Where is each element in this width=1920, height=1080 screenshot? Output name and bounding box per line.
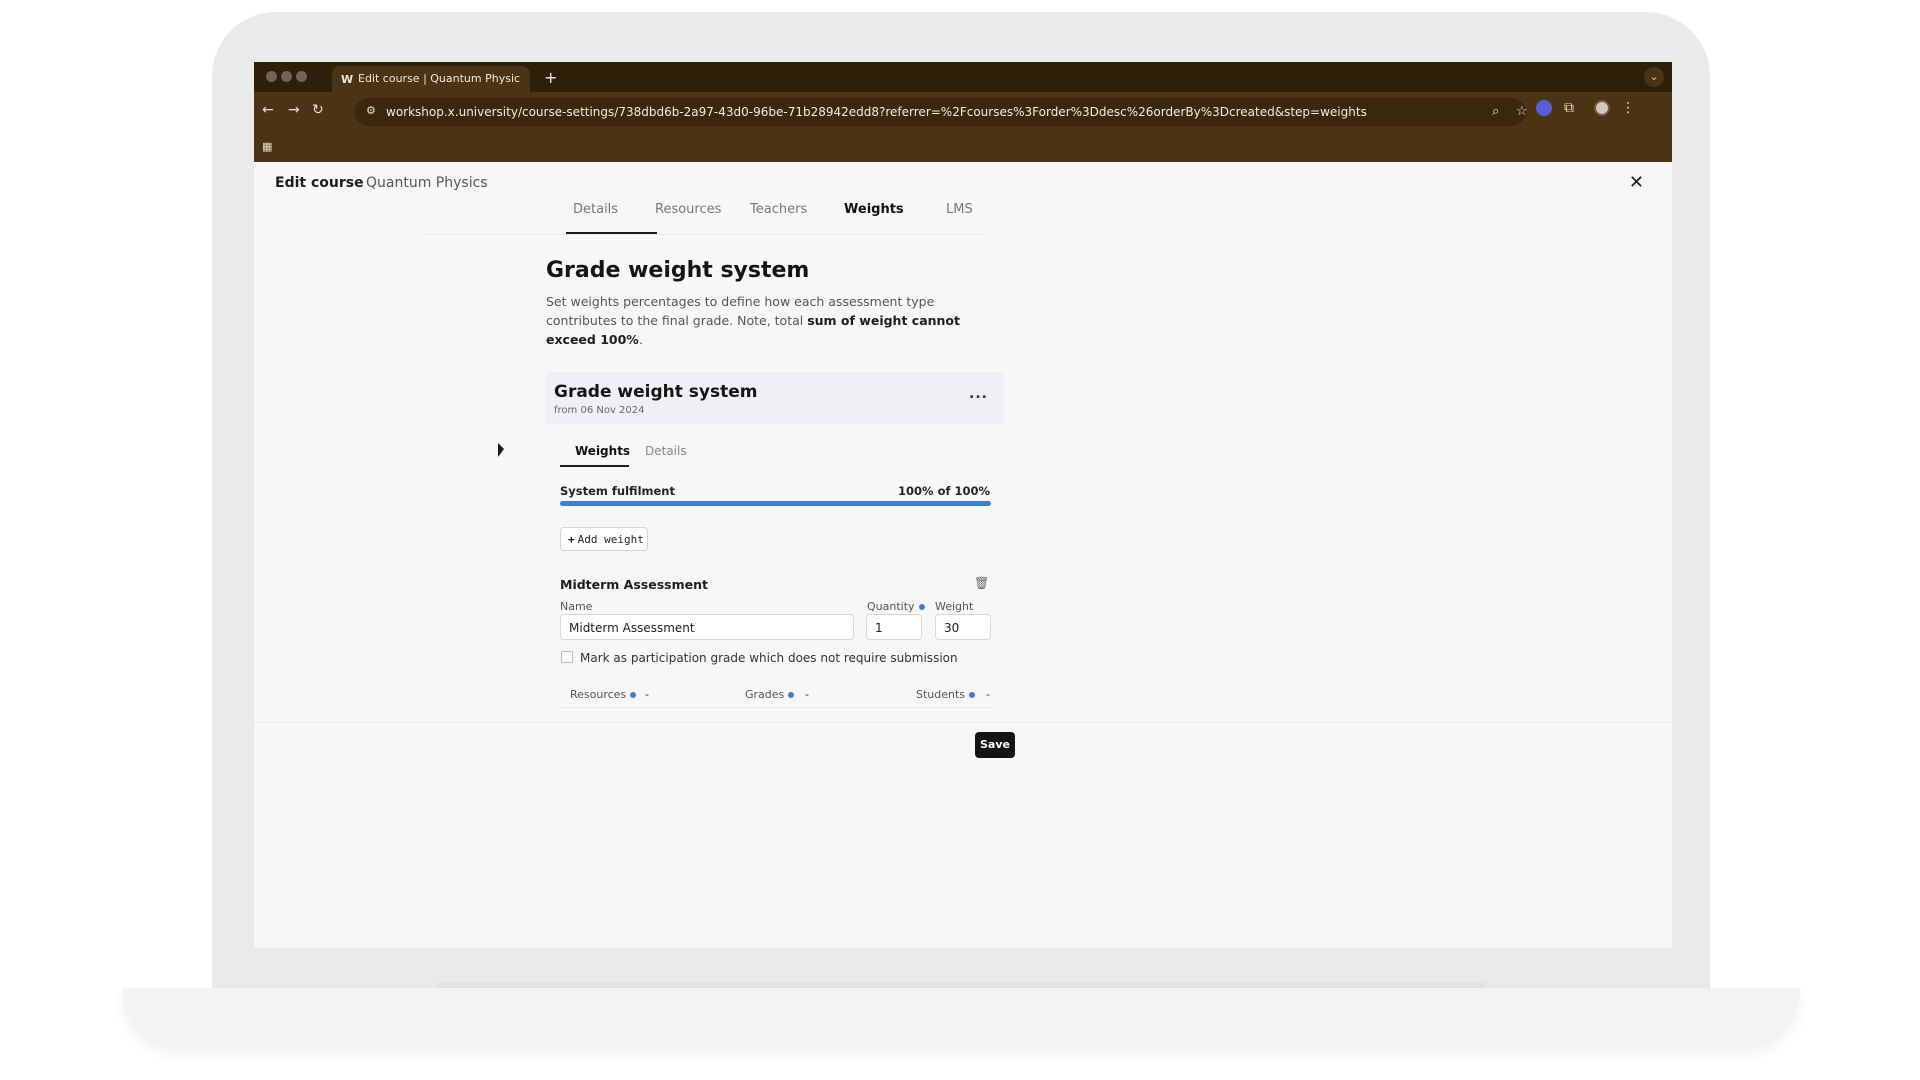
quantity-label-wrap: Quantity — [867, 600, 925, 613]
info-icon[interactable] — [918, 604, 925, 610]
subtab-weights[interactable]: Weights — [575, 444, 630, 458]
active-tab-indicator — [566, 232, 657, 234]
new-tab-icon[interactable]: + — [544, 68, 557, 87]
browser-tab-title: Edit course | Quantum Physic — [358, 72, 521, 85]
quantity-label: Quantity — [867, 600, 915, 613]
browser-chrome: W Edit course | Quantum Physic ✕ + ⌄ ← →… — [254, 62, 1672, 162]
grades-stat-value: - — [805, 688, 809, 701]
add-weight-label: Add weight — [577, 533, 644, 546]
participation-checkbox-label[interactable]: Mark as participation grade which does n… — [580, 651, 958, 665]
weight-system-card-header: Grade weight system from 06 Nov 2024 ... — [546, 372, 1004, 424]
section-description: Set weights percentages to define how ea… — [546, 292, 1006, 349]
kebab-menu-icon[interactable]: ⋮ — [1621, 100, 1635, 116]
reload-icon[interactable]: ↻ — [312, 102, 324, 118]
apps-grid-icon[interactable]: ▦ — [262, 140, 272, 153]
resources-stat-label: Resources — [570, 688, 637, 701]
students-stat-label: Students — [916, 688, 976, 701]
fulfilment-value: 100% of 100% — [898, 484, 990, 498]
resources-label: Resources — [570, 688, 627, 701]
plus-icon: + — [568, 533, 575, 546]
laptop-base — [122, 988, 1800, 1048]
assessment-stats-row: Resources - Grades - Students - — [560, 682, 992, 708]
page-title: Edit course — [275, 175, 364, 191]
assessment-title: Midterm Assessment — [560, 577, 708, 592]
main-tab-bar: Details Resources Teachers Weights LMS — [425, 190, 985, 235]
fulfilment-progress-bar — [560, 501, 991, 506]
address-bar[interactable]: ⚙ workshop.x.university/course-settings/… — [354, 98, 1528, 126]
card-tab-bar: Weights Details — [560, 438, 992, 467]
active-subtab-indicator — [560, 465, 629, 467]
card-date: from 06 Nov 2024 — [554, 405, 645, 416]
tab-lms[interactable]: LMS — [946, 202, 973, 217]
progress-fill — [560, 501, 991, 506]
browser-tab-bar: W Edit course | Quantum Physic ✕ + ⌄ — [254, 62, 1672, 92]
grades-stat-label: Grades — [745, 688, 795, 701]
resources-stat-value: - — [645, 688, 649, 701]
weight-input[interactable]: 30 — [935, 614, 991, 640]
minimize-window-dot[interactable] — [281, 71, 292, 82]
close-icon[interactable]: ✕ — [1629, 172, 1644, 193]
maximize-window-dot[interactable] — [296, 71, 307, 82]
subtab-details[interactable]: Details — [645, 444, 687, 458]
students-label: Students — [916, 688, 966, 701]
site-favicon-icon: W — [341, 73, 354, 86]
url-text[interactable]: workshop.x.university/course-settings/73… — [386, 105, 1367, 119]
students-stat-value: - — [986, 688, 990, 701]
info-icon[interactable] — [630, 692, 637, 698]
puzzle-icon[interactable]: ⧉ — [1564, 100, 1574, 116]
tab-weights[interactable]: Weights — [844, 202, 904, 217]
fulfilment-label: System fulfilment — [560, 484, 675, 498]
footer-divider — [254, 722, 1672, 723]
participation-checkbox[interactable] — [561, 651, 573, 663]
star-icon[interactable]: ☆ — [1516, 104, 1528, 119]
tab-teachers[interactable]: Teachers — [750, 202, 807, 217]
tab-list-chevron-icon[interactable]: ⌄ — [1644, 67, 1664, 87]
quantity-input[interactable]: 1 — [866, 614, 922, 640]
more-options-icon[interactable]: ... — [969, 386, 988, 402]
tab-resources[interactable]: Resources — [655, 202, 721, 217]
name-input[interactable]: Midterm Assessment — [560, 614, 854, 640]
info-icon[interactable] — [788, 692, 795, 698]
weight-label: Weight — [935, 600, 974, 613]
course-name: Quantum Physics — [366, 175, 488, 191]
save-button[interactable]: Save — [975, 732, 1015, 758]
tab-details[interactable]: Details — [573, 202, 618, 217]
trash-icon[interactable]: 🗑 — [974, 576, 989, 590]
forward-arrow-icon[interactable]: → — [288, 102, 300, 118]
zoom-icon[interactable]: ⌕ — [1492, 104, 1499, 119]
name-label: Name — [560, 600, 593, 613]
grades-label: Grades — [745, 688, 785, 701]
description-end: . — [638, 332, 643, 347]
add-weight-button[interactable]: + Add weight — [560, 527, 648, 551]
section-title: Grade weight system — [546, 258, 810, 283]
back-arrow-icon[interactable]: ← — [262, 102, 274, 118]
site-settings-icon[interactable]: ⚙ — [366, 104, 376, 117]
profile-icon[interactable] — [1594, 100, 1610, 116]
close-window-dot[interactable] — [266, 71, 277, 82]
browser-tab[interactable]: W Edit course | Quantum Physic ✕ — [332, 66, 530, 92]
mouse-cursor-icon — [498, 443, 504, 457]
extension-icon[interactable] — [1536, 100, 1552, 116]
info-icon[interactable] — [969, 692, 976, 698]
card-title: Grade weight system — [554, 382, 758, 402]
